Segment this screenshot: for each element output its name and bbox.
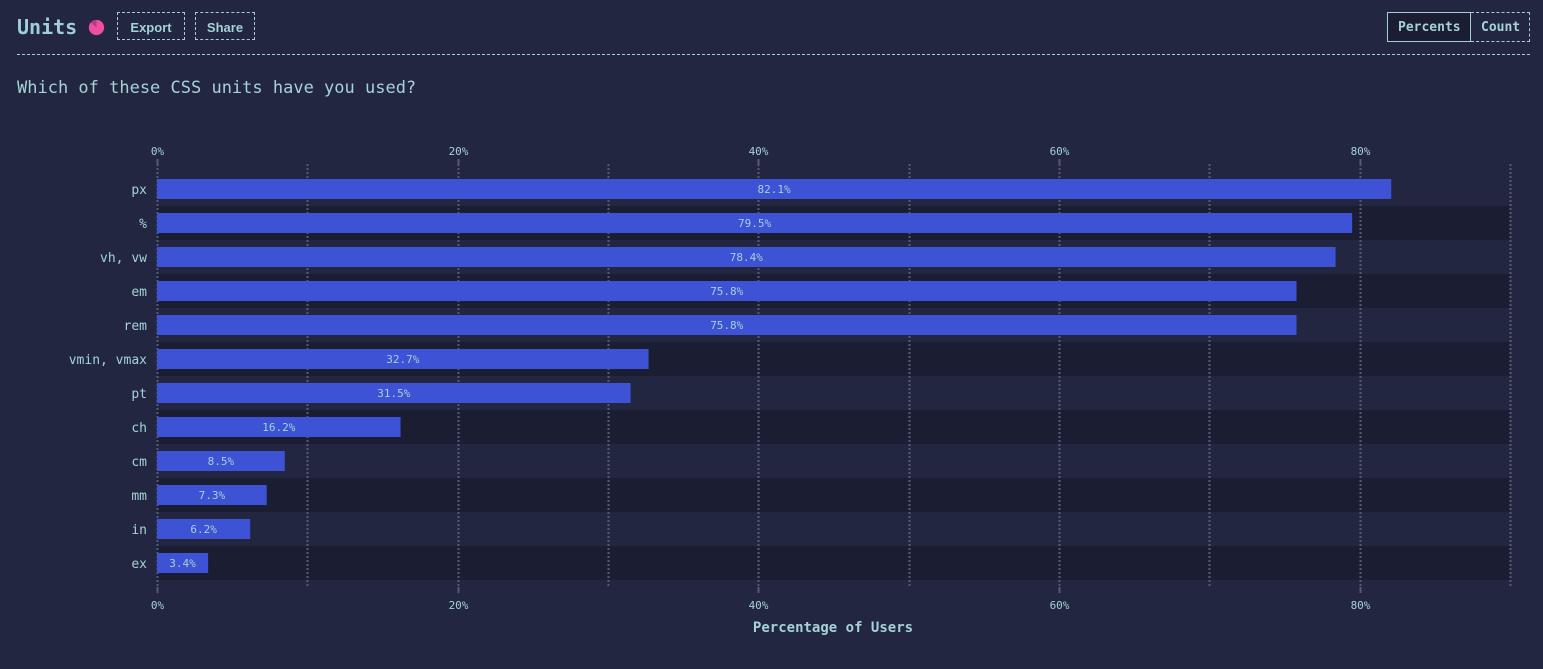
row-stripes <box>157 172 1510 580</box>
bar-value-label: 75.8% <box>710 285 743 298</box>
x-tick-label-bottom: 20% <box>449 599 469 612</box>
bar-value-label: 7.3% <box>199 489 226 502</box>
x-tick-label-bottom: 80% <box>1351 599 1371 612</box>
bar-chart: 0% 0% 20% 20% 40% 40% 60% 60% 80% 80% 82.1% px 79.5%… <box>69 145 1512 636</box>
bar-value-label: 82.1% <box>758 183 791 196</box>
bar-value-label: 6.2% <box>190 523 217 536</box>
category-label: pt <box>131 387 147 402</box>
category-label: ch <box>131 421 147 436</box>
bar-value-label: 31.5% <box>377 387 410 400</box>
category-label: em <box>131 285 147 300</box>
bar-value-label: 79.5% <box>738 217 771 230</box>
x-tick-label-top: 0% <box>151 145 165 158</box>
row-stripe <box>157 444 1510 478</box>
category-label: cm <box>131 455 147 470</box>
bar-value-label: 32.7% <box>386 353 419 366</box>
bar-value-label: 78.4% <box>730 251 763 264</box>
bar-value-label: 3.4% <box>169 557 196 570</box>
category-label: vh, vw <box>100 251 147 266</box>
bar-value-label: 16.2% <box>262 421 295 434</box>
category-label: in <box>131 523 147 538</box>
x-tick-label-top: 40% <box>749 145 769 158</box>
category-label: rem <box>124 319 148 334</box>
category-label: px <box>131 183 147 198</box>
x-tick-label-top: 20% <box>449 145 469 158</box>
x-tick-label-bottom: 40% <box>749 599 769 612</box>
category-label: % <box>139 217 147 232</box>
row-stripe <box>157 546 1510 580</box>
bar-value-label: 8.5% <box>208 455 235 468</box>
x-tick-label-bottom: 0% <box>151 599 165 612</box>
x-axis-title: Percentage of Users <box>753 620 913 636</box>
x-tick-label-bottom: 60% <box>1050 599 1070 612</box>
row-stripe <box>157 512 1510 546</box>
category-label: ex <box>131 557 147 572</box>
x-tick-label-top: 60% <box>1050 145 1070 158</box>
bar-value-label: 75.8% <box>710 319 743 332</box>
category-label: vmin, vmax <box>69 353 147 368</box>
category-label: mm <box>131 489 147 504</box>
x-tick-label-top: 80% <box>1351 145 1371 158</box>
row-stripe <box>157 478 1510 512</box>
